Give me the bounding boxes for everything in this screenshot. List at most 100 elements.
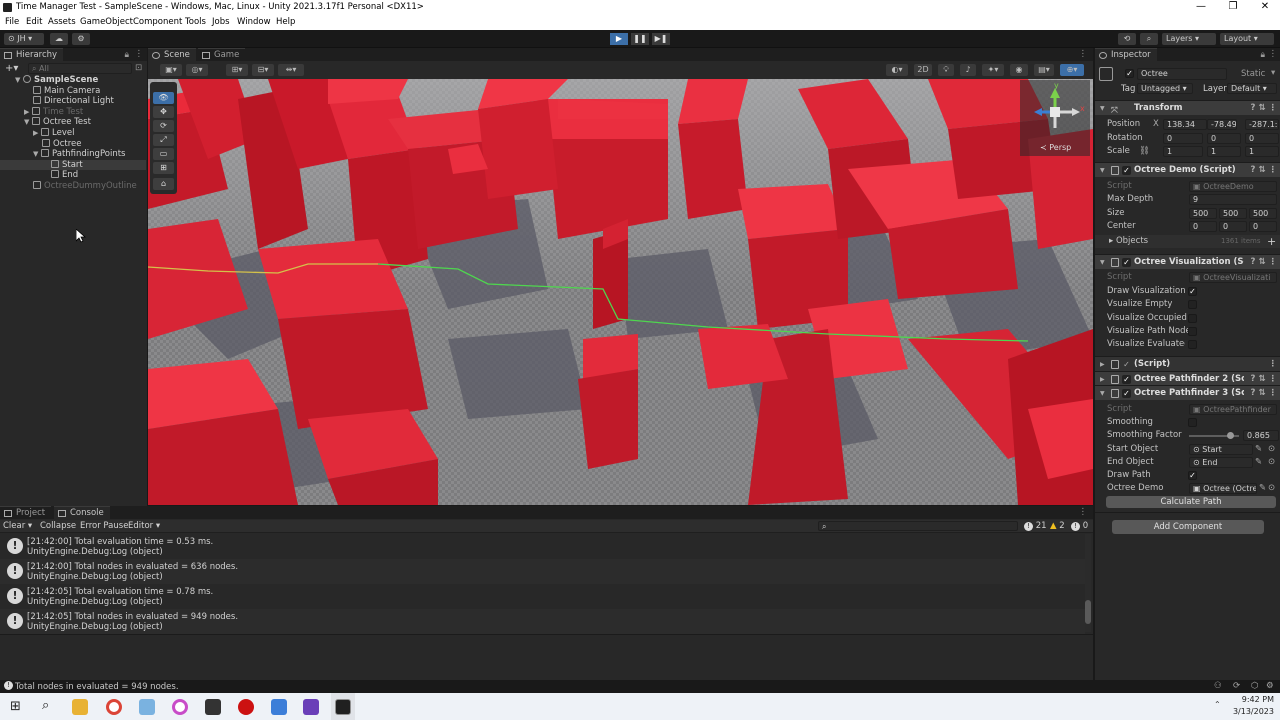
- collapse-button[interactable]: Collapse: [40, 521, 76, 531]
- position-z-field[interactable]: -287.1:: [1245, 119, 1279, 130]
- custom-tool-icon[interactable]: ⌂: [153, 178, 174, 190]
- hierarchy-item[interactable]: ▼ Octree Test: [0, 117, 146, 128]
- calculator-icon[interactable]: [271, 699, 287, 715]
- max-depth-field[interactable]: 9: [1189, 194, 1277, 205]
- visualize-occupied-checkbox[interactable]: [1188, 314, 1197, 323]
- app-icon[interactable]: [139, 699, 155, 715]
- menu-gameobject[interactable]: GameObject: [80, 17, 133, 27]
- menu-help[interactable]: Help: [276, 17, 295, 27]
- status-message[interactable]: Total nodes in evaluated = 949 nodes.: [15, 682, 179, 692]
- settings-icon[interactable]: ⚙: [1266, 681, 1274, 691]
- account-dropdown[interactable]: ⊙ JH ▾: [4, 33, 44, 45]
- rotation-z-field[interactable]: 0: [1245, 133, 1279, 144]
- component-enabled-checkbox[interactable]: ✓: [1122, 360, 1131, 369]
- inspector-lock-icon[interactable]: 🔒︎: [1260, 50, 1265, 60]
- windows-start-icon[interactable]: ⊞: [10, 699, 21, 714]
- scale-x-field[interactable]: 1: [1163, 146, 1203, 157]
- console-scrollbar-thumb[interactable]: [1085, 600, 1091, 624]
- history-icon[interactable]: ⟲: [1118, 33, 1136, 45]
- chrome-icon[interactable]: [106, 699, 122, 715]
- file-explorer-icon[interactable]: [72, 699, 88, 715]
- menu-tools[interactable]: Tools: [185, 17, 206, 27]
- calculate-path-button[interactable]: Calculate Path: [1106, 496, 1276, 508]
- component-enabled-checkbox[interactable]: ✓: [1122, 375, 1131, 384]
- minimize-icon[interactable]: —: [1186, 1, 1216, 12]
- tab-game[interactable]: Game: [198, 48, 246, 61]
- hierarchy-item[interactable]: Directional Light: [0, 96, 146, 107]
- component-menu-icon[interactable]: ? ⇅ ⋮: [1251, 255, 1277, 270]
- draw-path-checkbox[interactable]: ✓: [1188, 471, 1197, 480]
- visualize-empty-checkbox[interactable]: [1188, 300, 1197, 309]
- hierarchy-item[interactable]: Main Camera: [0, 85, 146, 97]
- cloud-icon[interactable]: ☁: [50, 33, 68, 45]
- log-entry[interactable]: ! [21:42:00] Total nodes in evaluated = …: [0, 559, 1085, 584]
- static-dropdown[interactable]: ▾: [1271, 68, 1275, 78]
- scale-y-field[interactable]: 1: [1207, 146, 1241, 157]
- clock-time[interactable]: 9:42 PM: [1226, 695, 1274, 704]
- smoothing-checkbox[interactable]: [1188, 418, 1197, 427]
- object-name-field[interactable]: Octree: [1137, 68, 1227, 80]
- hierarchy-item[interactable]: Start: [0, 159, 146, 171]
- visual-studio-icon[interactable]: [303, 699, 319, 715]
- hierarchy-item[interactable]: ▼ PathfindingPoints: [0, 149, 146, 160]
- scene-view[interactable]: [148, 79, 1093, 505]
- error-pause-button[interactable]: Error Pause: [80, 521, 128, 531]
- transform-header[interactable]: ▼ ⤧ Transform ? ⇅ ⋮: [1095, 100, 1280, 116]
- console-search-input[interactable]: ⌕: [818, 521, 1018, 531]
- console-menu-icon[interactable]: ⋮: [1079, 507, 1088, 517]
- foldout-arrow-icon[interactable]: ▶: [24, 107, 32, 118]
- progress-icon[interactable]: ⟳: [1233, 681, 1240, 691]
- visualize-path-nodes-checkbox[interactable]: [1188, 327, 1197, 336]
- debug-mode-icon[interactable]: ⚇: [1214, 681, 1222, 691]
- menu-window[interactable]: Window: [237, 17, 271, 27]
- hierarchy-item[interactable]: ▶ Level: [0, 128, 146, 139]
- camera-icon[interactable]: ▤▾: [1034, 64, 1054, 76]
- visualize-evaluated-checkbox[interactable]: [1188, 340, 1197, 349]
- component-menu-icon[interactable]: ? ⇅ ⋮: [1251, 163, 1277, 178]
- pathfinder2-header[interactable]: ▶ ✓ Octree Pathfinder 2 (Scrip ? ⇅ ⋮: [1095, 371, 1280, 386]
- close-icon[interactable]: ✕: [1250, 1, 1280, 12]
- active-checkbox[interactable]: ✓: [1125, 69, 1134, 78]
- menu-file[interactable]: File: [5, 17, 19, 27]
- collab-icon[interactable]: ⚙: [72, 33, 90, 45]
- grid-snap-icon[interactable]: ⊞▾: [226, 64, 248, 76]
- smoothing-slider-handle[interactable]: [1227, 432, 1234, 439]
- search-icon[interactable]: ⌕: [1140, 33, 1158, 45]
- component-menu-icon[interactable]: ? ⇅ ⋮: [1251, 386, 1277, 401]
- grid-icon[interactable]: ⊟▾: [252, 64, 274, 76]
- rotation-x-field[interactable]: 0: [1163, 133, 1203, 144]
- log-entry[interactable]: ! [21:42:05] Total nodes in evaluated = …: [0, 609, 1085, 634]
- hierarchy-item[interactable]: ▶ Time Test: [0, 106, 146, 118]
- log-count-toggle[interactable]: ! 21: [1024, 521, 1047, 531]
- scale-tool-icon[interactable]: ⤢: [153, 134, 174, 146]
- filter-icon[interactable]: ⊡: [135, 63, 142, 73]
- object-picker-icon[interactable]: ⊙: [1268, 443, 1275, 456]
- scene-menu-icon[interactable]: ⋮: [1079, 49, 1088, 59]
- menu-jobs[interactable]: Jobs: [212, 17, 230, 27]
- hidden-objects-icon[interactable]: ◉: [1010, 64, 1028, 76]
- pencil-icon[interactable]: ✎: [1255, 443, 1262, 456]
- draw-visualization-checkbox[interactable]: ✓: [1188, 287, 1197, 296]
- toggle-2d-button[interactable]: 2D: [914, 64, 932, 76]
- end-object-field[interactable]: ⊙ End: [1189, 457, 1253, 468]
- lock-icon[interactable]: 🔒︎: [124, 50, 129, 60]
- smoothing-factor-field[interactable]: 0.865: [1243, 430, 1279, 441]
- move-tool-icon[interactable]: ✥: [153, 106, 174, 118]
- constrain-proportions-icon[interactable]: ⛓: [1139, 145, 1150, 158]
- clock-date[interactable]: 3/13/2023: [1226, 707, 1274, 716]
- rotation-y-field[interactable]: 0: [1207, 133, 1241, 144]
- tab-console[interactable]: Console: [54, 506, 110, 519]
- view-tool-icon[interactable]: 👁︎: [153, 92, 174, 104]
- objects-list-row[interactable]: ▸ Objects 1361 items +: [1095, 235, 1280, 248]
- clear-button[interactable]: Clear ▾: [3, 521, 32, 531]
- draw-mode-icon[interactable]: ◐▾: [886, 64, 908, 76]
- transform-tool-icon[interactable]: ⊞: [153, 162, 174, 174]
- script-component-header[interactable]: ▶ ✓ (Script) ⋮: [1095, 356, 1280, 371]
- octree-demo-ref-field[interactable]: ▣ Octree (Octree: [1189, 483, 1257, 494]
- log-entry[interactable]: ! [21:42:00] Total evaluation time = 0.5…: [0, 534, 1085, 559]
- position-x-field[interactable]: 138.34: [1163, 119, 1207, 130]
- object-picker-icon[interactable]: ⊙: [1268, 456, 1275, 469]
- component-enabled-checkbox[interactable]: ✓: [1122, 389, 1131, 398]
- fx-icon[interactable]: ✦▾: [982, 64, 1004, 76]
- center-z-field[interactable]: 0: [1249, 221, 1277, 232]
